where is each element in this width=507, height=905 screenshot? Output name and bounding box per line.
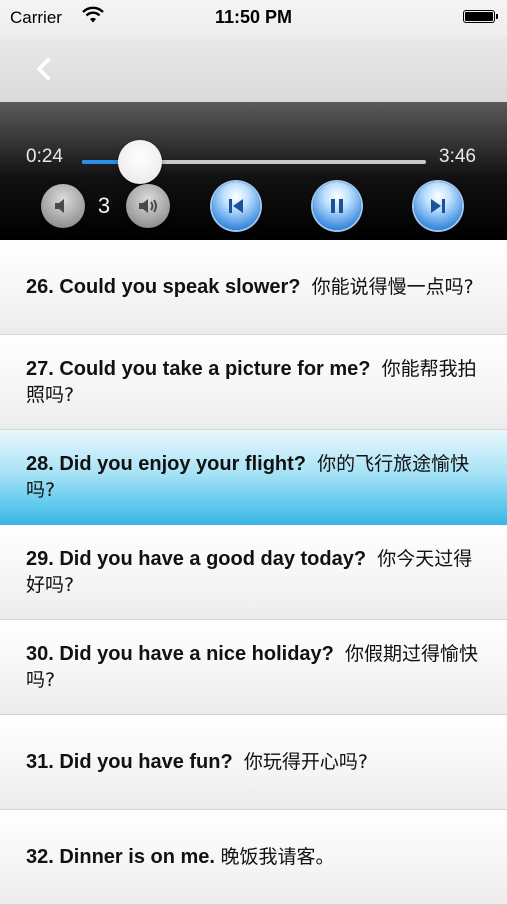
phrase-chinese: 你能说得慢一点吗? bbox=[311, 276, 474, 298]
previous-button[interactable] bbox=[212, 182, 260, 230]
volume-up-button[interactable] bbox=[126, 184, 170, 228]
status-bar: Carrier 11:50 PM bbox=[0, 0, 507, 36]
volume-down-button[interactable] bbox=[41, 184, 85, 228]
phrase-list: 26. Could you speak slower? 你能说得慢一点吗? 27… bbox=[0, 240, 507, 905]
phrase-text: 27. Could you take a picture for me? 你能帮… bbox=[26, 356, 488, 408]
battery-icon bbox=[463, 10, 498, 23]
skip-previous-icon bbox=[229, 199, 243, 213]
navigation-bar bbox=[0, 36, 507, 102]
list-item[interactable]: 31. Did you have fun? 你玩得开心吗? bbox=[0, 715, 507, 810]
chevron-left-icon[interactable] bbox=[30, 54, 58, 84]
clock: 11:50 PM bbox=[214, 7, 293, 27]
list-item[interactable]: 27. Could you take a picture for me? 你能帮… bbox=[0, 335, 507, 430]
phrase-english: 30. Did you have a nice holiday? bbox=[26, 643, 334, 665]
phrase-english: 29. Did you have a good day today? bbox=[26, 548, 367, 570]
speaker-low-icon bbox=[55, 199, 64, 213]
phrase-text: 29. Did you have a good day today? 你今天过得… bbox=[26, 546, 488, 598]
list-item[interactable]: 26. Could you speak slower? 你能说得慢一点吗? bbox=[0, 240, 507, 335]
phrase-english: 31. Did you have fun? bbox=[26, 751, 233, 773]
phrase-text: 32. Dinner is on me. 晚饭我请客。 bbox=[26, 844, 488, 870]
phrase-text: 30. Did you have a nice holiday? 你假期过得愉快… bbox=[26, 641, 488, 693]
phrase-chinese: 晚饭我请客。 bbox=[220, 846, 335, 868]
phrase-text: 31. Did you have fun? 你玩得开心吗? bbox=[26, 749, 488, 775]
phrase-english: 27. Could you take a picture for me? bbox=[26, 358, 371, 380]
skip-next-icon bbox=[431, 199, 445, 213]
list-item[interactable]: 28. Did you enjoy your flight? 你的飞行旅途愉快吗… bbox=[0, 430, 507, 525]
phrase-text: 26. Could you speak slower? 你能说得慢一点吗? bbox=[26, 274, 488, 300]
phrase-english: 26. Could you speak slower? bbox=[26, 276, 301, 298]
list-item[interactable]: 30. Did you have a nice holiday? 你假期过得愉快… bbox=[0, 620, 507, 715]
speaker-high-icon bbox=[139, 199, 157, 213]
progress-fill bbox=[82, 160, 119, 164]
current-time: 0:24 bbox=[26, 146, 63, 167]
pause-button[interactable] bbox=[313, 182, 361, 230]
phrase-chinese: 你玩得开心吗? bbox=[243, 751, 368, 773]
progress-thumb[interactable] bbox=[118, 140, 163, 184]
phrase-english: 32. Dinner is on me. bbox=[26, 846, 215, 868]
pause-icon bbox=[331, 199, 343, 213]
list-item[interactable]: 32. Dinner is on me. 晚饭我请客。 bbox=[0, 810, 507, 905]
phrase-english: 28. Did you enjoy your flight? bbox=[26, 453, 307, 475]
next-button[interactable] bbox=[414, 182, 462, 230]
phrase-text: 28. Did you enjoy your flight? 你的飞行旅途愉快吗… bbox=[26, 451, 488, 503]
audio-player: 0:24 3:46 3 bbox=[0, 102, 507, 240]
total-time: 3:46 bbox=[439, 146, 476, 167]
list-item[interactable]: 29. Did you have a good day today? 你今天过得… bbox=[0, 525, 507, 620]
speed-value: 3 bbox=[97, 193, 111, 218]
